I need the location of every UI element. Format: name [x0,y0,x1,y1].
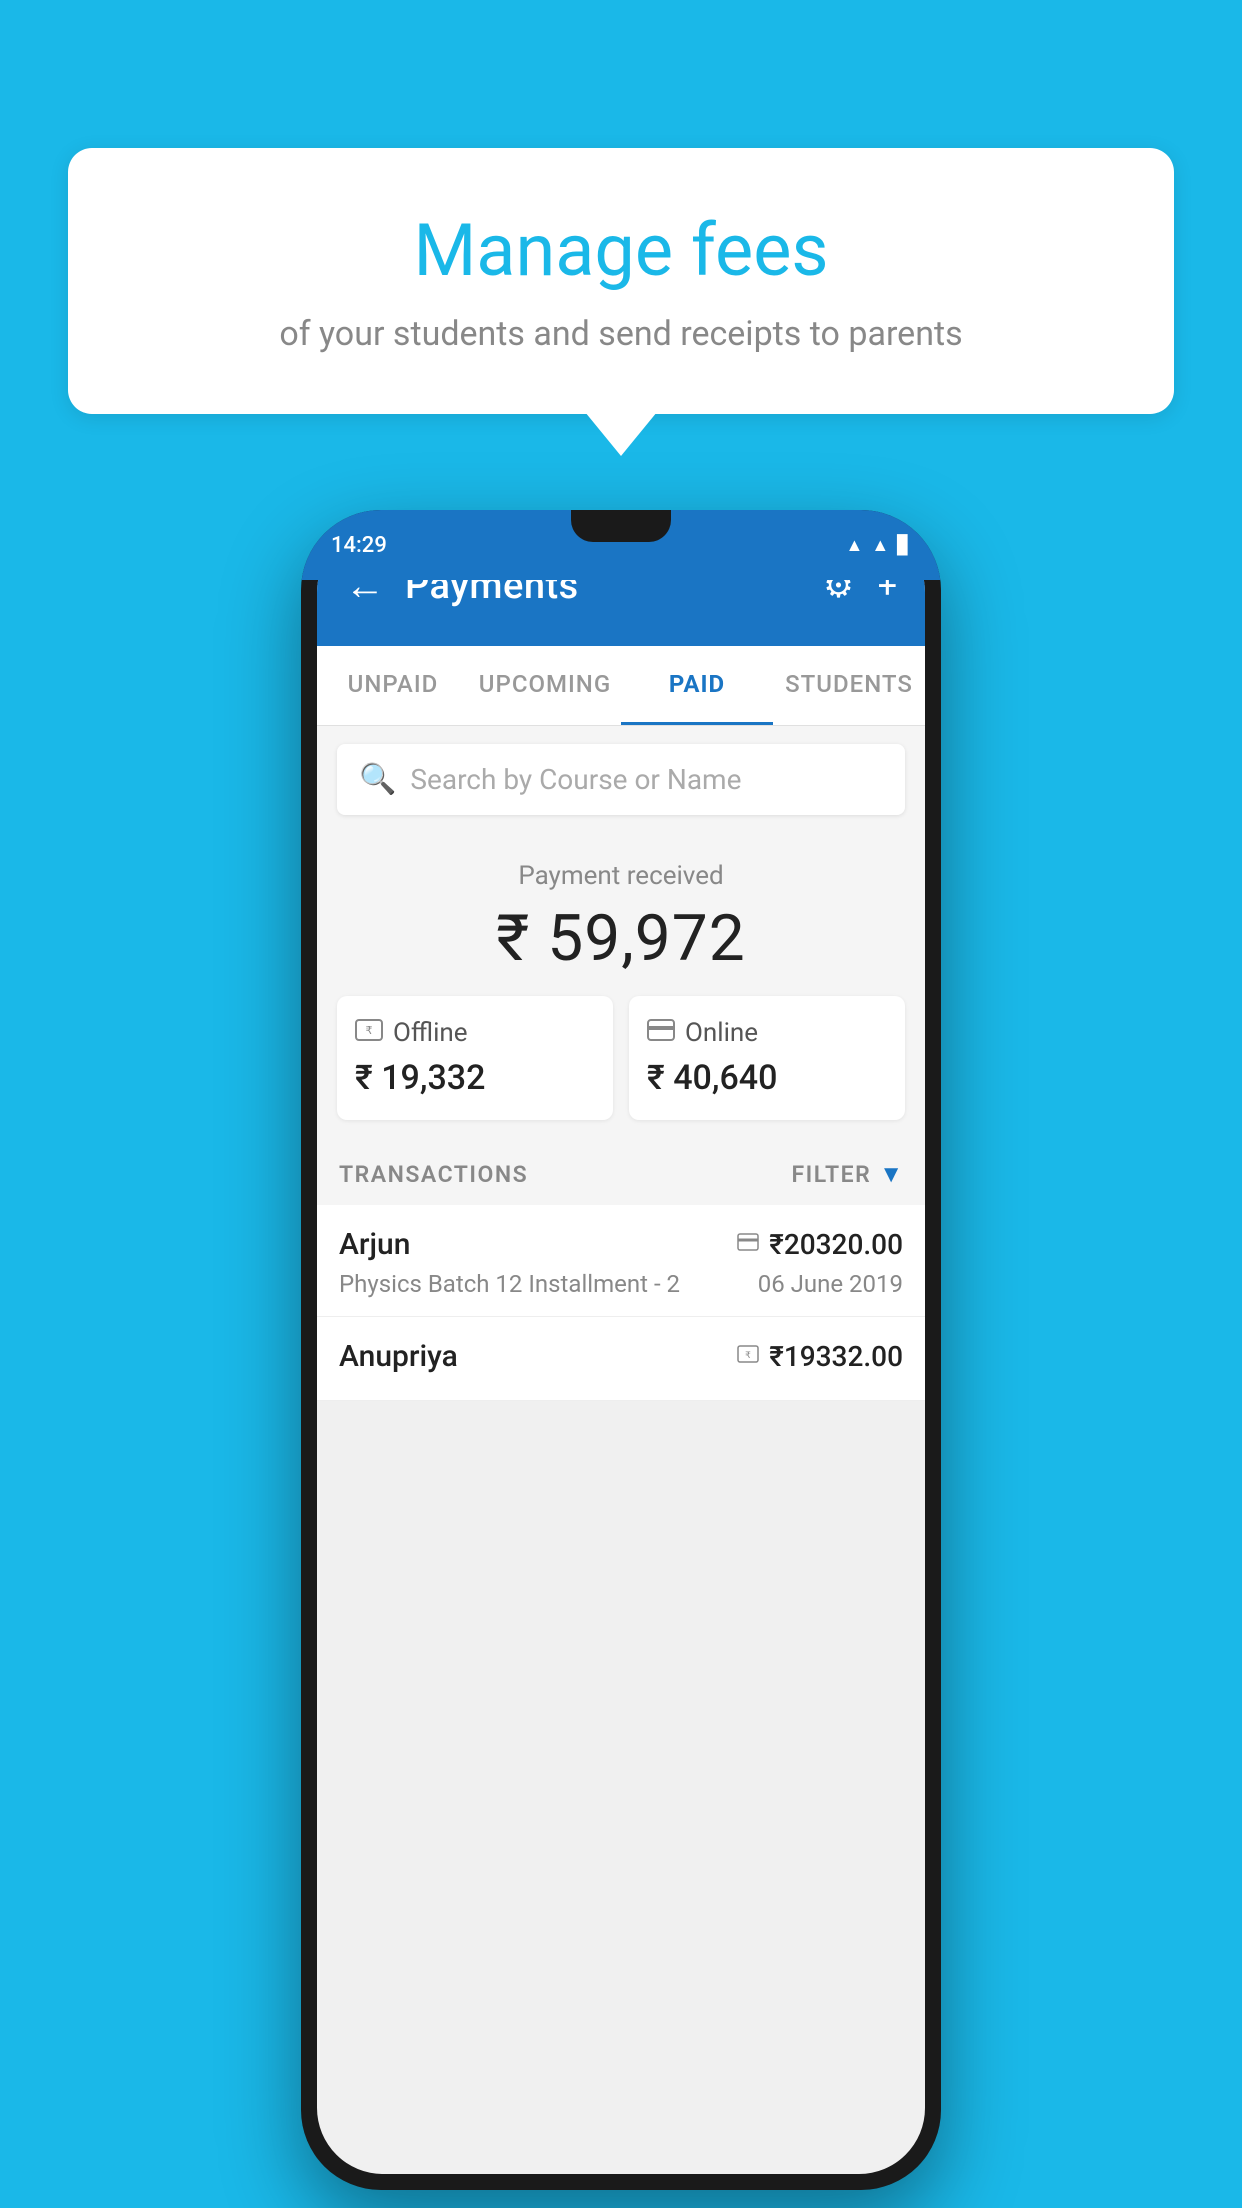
svg-text:₹: ₹ [366,1025,373,1037]
transaction-row-bottom: Physics Batch 12 Installment - 2 06 June… [339,1270,903,1298]
tab-unpaid[interactable]: UNPAID [317,646,469,725]
filter-label: FILTER [791,1161,871,1188]
transaction-amount: ₹19332.00 [769,1340,903,1373]
status-bar: 14:29 ▲ ▲ ▊ [301,510,941,580]
transaction-item[interactable]: Arjun ₹20320.00 Physics Batch 12 Install… [317,1205,925,1317]
signal-icon: ▲ [871,535,889,556]
offline-card: ₹ Offline ₹ 19,332 [337,996,613,1120]
phone-notch [571,510,671,542]
tab-paid[interactable]: PAID [621,646,773,725]
online-amount: ₹ 40,640 [647,1058,887,1098]
transaction-row-top: Arjun ₹20320.00 [339,1227,903,1262]
search-bar-container: 🔍 Search by Course or Name [317,726,925,833]
status-icons: ▲ ▲ ▊ [846,535,912,556]
bubble-subtitle: of your students and send receipts to pa… [118,311,1124,359]
offline-card-header: ₹ Offline [355,1018,595,1048]
tab-upcoming[interactable]: UPCOMING [469,646,621,725]
offline-icon: ₹ [355,1018,383,1048]
transaction-mode-icon: ₹ [737,1344,759,1369]
payment-total-amount: ₹ 59,972 [337,901,905,976]
transactions-header: TRANSACTIONS FILTER ▼ [317,1138,925,1205]
transaction-mode-icon [737,1232,759,1257]
tab-students[interactable]: STUDENTS [773,646,925,725]
filter-button[interactable]: FILTER ▼ [791,1160,903,1189]
transaction-name: Anupriya [339,1339,458,1374]
search-input[interactable]: Search by Course or Name [410,763,741,796]
online-card: Online ₹ 40,640 [629,996,905,1120]
transaction-amount-row: ₹20320.00 [737,1228,903,1261]
search-bar[interactable]: 🔍 Search by Course or Name [337,744,905,815]
transaction-amount: ₹20320.00 [769,1228,903,1261]
battery-icon: ▊ [897,535,911,556]
online-card-header: Online [647,1018,887,1048]
svg-text:₹: ₹ [745,1350,751,1360]
offline-label: Offline [393,1018,468,1048]
status-time: 14:29 [331,533,387,558]
speech-bubble: Manage fees of your students and send re… [68,148,1174,414]
transactions-label: TRANSACTIONS [339,1161,528,1188]
payment-received-label: Payment received [337,861,905,891]
transaction-course: Physics Batch 12 Installment - 2 [339,1270,680,1298]
transaction-amount-row: ₹ ₹19332.00 [737,1340,903,1373]
transaction-row-top: Anupriya ₹ ₹19332.00 [339,1339,903,1374]
offline-amount: ₹ 19,332 [355,1058,595,1098]
wifi-icon: ▲ [846,535,864,556]
online-label: Online [685,1018,758,1048]
filter-icon: ▼ [879,1160,903,1189]
phone-screen: ← Payments ⚙ + UNPAID UPCOMING PAID STUD… [317,526,925,2174]
search-icon: 🔍 [359,762,396,797]
tabs-bar: UNPAID UPCOMING PAID STUDENTS [317,646,925,726]
payment-summary: Payment received ₹ 59,972 ₹ Offline [317,833,925,1138]
transaction-name: Arjun [339,1227,410,1262]
phone-frame: 14:29 ▲ ▲ ▊ ← Payments ⚙ + UNPAID UPCOMI… [301,510,941,2190]
transactions-list: Arjun ₹20320.00 Physics Batch 12 Install… [317,1205,925,1401]
online-icon [647,1018,675,1048]
bubble-title: Manage fees [118,208,1124,293]
transaction-item[interactable]: Anupriya ₹ ₹19332.00 [317,1317,925,1401]
payment-cards: ₹ Offline ₹ 19,332 [337,996,905,1120]
transaction-date: 06 June 2019 [758,1270,903,1298]
